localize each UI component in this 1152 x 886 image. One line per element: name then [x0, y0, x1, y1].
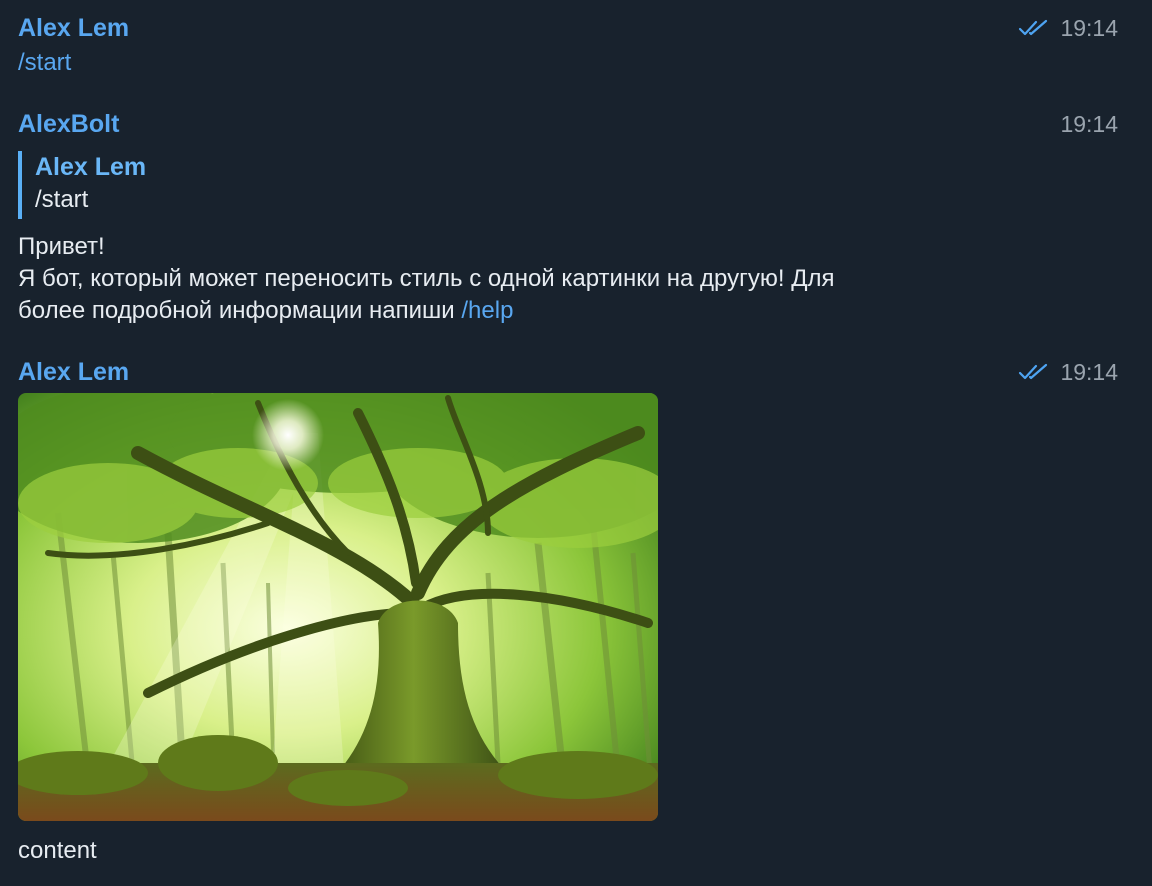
- chat-history: Alex Lem 19:14 /start AlexBolt 19:14 Ale…: [0, 0, 1152, 886]
- message-sender[interactable]: AlexBolt: [18, 109, 1118, 139]
- message-line: Я бот, который может переносить стиль с …: [18, 265, 835, 292]
- double-check-icon: [1019, 19, 1048, 36]
- message-sender[interactable]: Alex Lem: [18, 13, 1118, 43]
- message-text: Привет! Я бот, который может переносить …: [18, 231, 1118, 327]
- message-meta: 19:14: [1018, 357, 1118, 387]
- command-link[interactable]: /start: [18, 49, 71, 76]
- message: Alex Lem 19:14 /start: [18, 13, 1118, 79]
- message-time: 19:14: [1060, 111, 1118, 137]
- forest-tree-photo[interactable]: [18, 393, 658, 821]
- message-time: 19:14: [1060, 359, 1118, 385]
- double-check-icon: [1019, 363, 1048, 380]
- message-text: /start: [18, 47, 1118, 79]
- message: Alex Lem 19:14 content: [18, 357, 1118, 867]
- photo-caption: content: [18, 837, 97, 864]
- message-line: Привет!: [18, 233, 105, 260]
- message-meta: 19:14: [1018, 13, 1118, 43]
- reply-text: /start: [35, 186, 89, 213]
- message-line-text: более подробной информации напиши: [18, 297, 462, 324]
- message-line: более подробной информации напиши /help: [18, 295, 1118, 327]
- message: AlexBolt 19:14 Alex Lem /start Привет! Я…: [18, 109, 1118, 327]
- help-command-link[interactable]: /help: [461, 297, 513, 324]
- message-sender[interactable]: Alex Lem: [18, 357, 1118, 387]
- message-meta: 19:14: [1060, 109, 1118, 139]
- reply-sender: Alex Lem: [35, 153, 147, 181]
- message-time: 19:14: [1060, 15, 1118, 41]
- reply-quote[interactable]: Alex Lem /start: [18, 151, 1118, 219]
